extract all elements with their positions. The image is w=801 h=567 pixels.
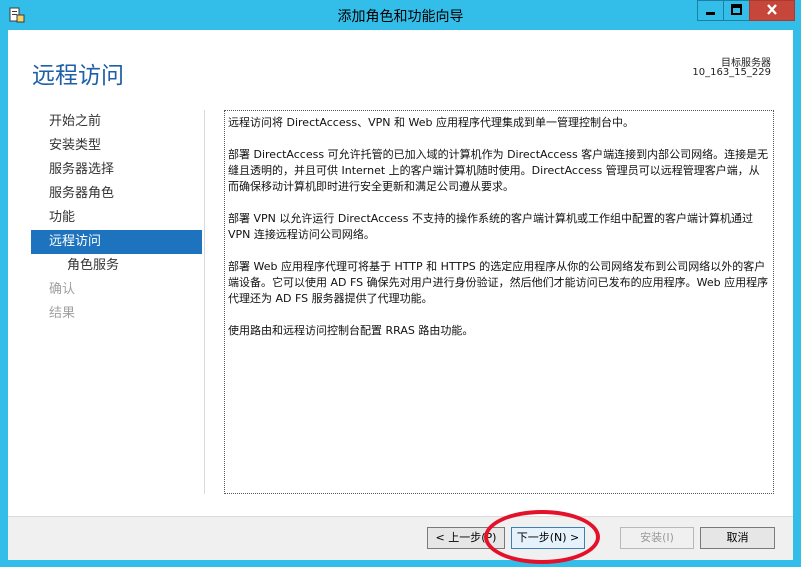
description-paragraph: 部署 Web 应用程序代理可将基于 HTTP 和 HTTPS 的选定应用程序从你… bbox=[228, 260, 769, 305]
next-button[interactable]: 下一步(N) > bbox=[511, 527, 585, 549]
wizard-content: 远程访问 目标服务器 10_163_15_229 开始之前 安装类型 服务器选择… bbox=[8, 30, 793, 516]
nav-item-server-roles[interactable]: 服务器角色 bbox=[31, 182, 202, 206]
title-bar[interactable]: 添加角色和功能向导 bbox=[0, 0, 801, 30]
nav-item-results: 结果 bbox=[49, 306, 76, 321]
description-paragraph: 部署 DirectAccess 可允许托管的已加入域的计算机作为 DirectA… bbox=[228, 148, 769, 193]
nav-divider bbox=[204, 110, 205, 494]
nav-item-features[interactable]: 功能 bbox=[31, 206, 202, 230]
previous-button[interactable]: < 上一步(P) bbox=[427, 527, 505, 549]
minimize-icon bbox=[706, 12, 715, 15]
install-button: 安装(I) bbox=[620, 527, 694, 549]
description-panel: 远程访问将 DirectAccess、VPN 和 Web 应用程序代理集成到单一… bbox=[224, 110, 774, 494]
close-icon bbox=[767, 4, 777, 15]
nav-item-confirmation: 确认 bbox=[49, 282, 76, 297]
wizard-nav: 开始之前 安装类型 服务器选择 服务器角色 功能 远程访问 角色服务 确认 结果 bbox=[31, 110, 202, 326]
nav-item-remote-access[interactable]: 远程访问 bbox=[31, 230, 202, 254]
description-paragraph: 部署 VPN 以允许运行 DirectAccess 不支持的操作系统的客户端计算… bbox=[228, 212, 753, 241]
nav-item-role-services[interactable]: 角色服务 bbox=[31, 254, 202, 278]
wizard-footer: < 上一步(P) 下一步(N) > 安装(I) 取消 bbox=[8, 516, 793, 560]
destination-server-value: 10_163_15_229 bbox=[692, 67, 771, 78]
maximize-button[interactable] bbox=[723, 0, 750, 21]
description-paragraph: 远程访问将 DirectAccess、VPN 和 Web 应用程序代理集成到单一… bbox=[228, 116, 634, 129]
minimize-button[interactable] bbox=[697, 0, 724, 21]
cancel-button[interactable]: 取消 bbox=[700, 527, 775, 549]
maximize-icon bbox=[731, 4, 742, 15]
nav-item-before-you-begin[interactable]: 开始之前 bbox=[31, 110, 202, 134]
nav-item-server-selection[interactable]: 服务器选择 bbox=[31, 158, 202, 182]
page-title: 远程访问 bbox=[32, 63, 124, 89]
window-border bbox=[0, 30, 8, 567]
window-title: 添加角色和功能向导 bbox=[337, 9, 464, 25]
description-paragraph: 使用路由和远程访问控制台配置 RRAS 路由功能。 bbox=[228, 324, 474, 337]
wizard-window: 添加角色和功能向导 远程访问 目标服务器 10_163_15_229 开始之前 … bbox=[0, 0, 801, 567]
close-button[interactable] bbox=[749, 0, 795, 21]
nav-item-installation-type[interactable]: 安装类型 bbox=[31, 134, 202, 158]
